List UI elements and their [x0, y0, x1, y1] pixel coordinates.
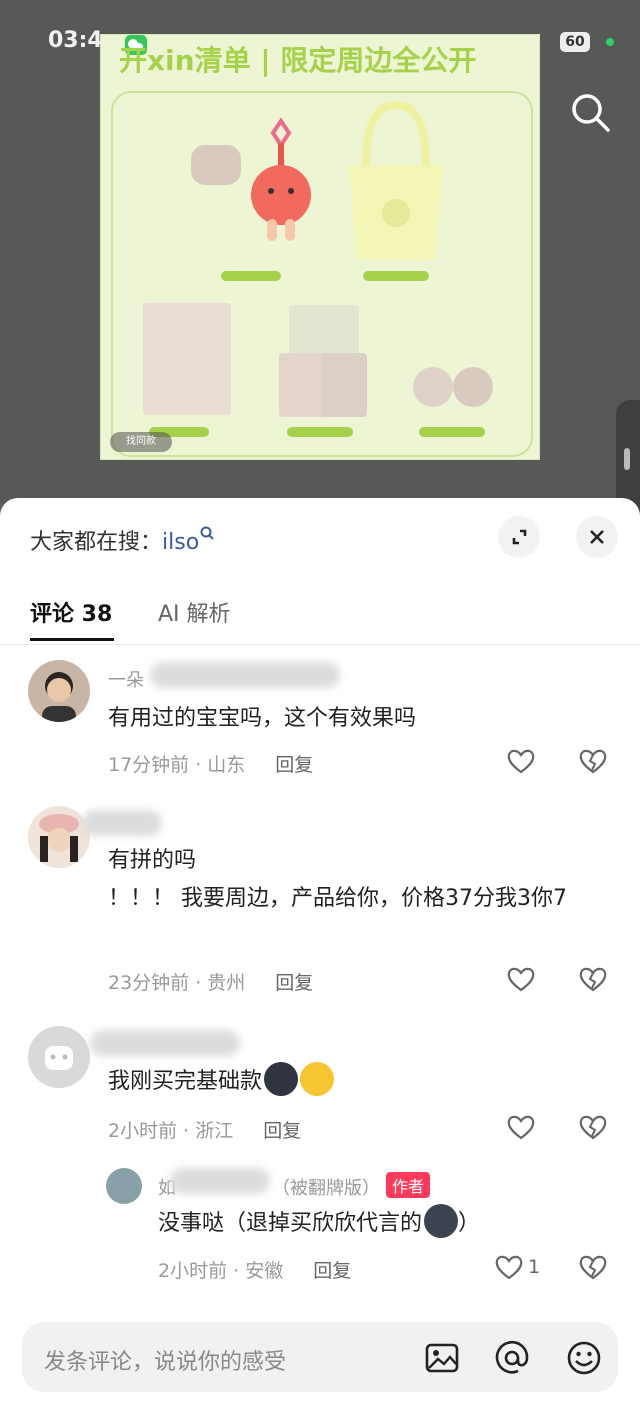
broken-heart-icon[interactable]: [578, 746, 608, 776]
recording-dot: [606, 38, 614, 46]
comment-time-location: 2小时前 · 浙江: [108, 1120, 234, 1142]
author-badge: 作者: [386, 1172, 431, 1198]
side-handle-knob: [624, 448, 630, 470]
find-same-button[interactable]: 找同款: [110, 432, 172, 452]
name-blur: [90, 1030, 240, 1056]
comment-time-location: 17分钟前 · 山东: [108, 754, 246, 776]
comment-text-row: 我刚买完基础款: [108, 1062, 618, 1101]
poster-photo: [143, 303, 231, 415]
item-label: [363, 271, 429, 281]
tab-comments[interactable]: 评论 38: [30, 596, 112, 628]
reply-button[interactable]: 回复: [313, 1260, 351, 1282]
comment-sheet: 大家都在搜：ilso 评论 38 AI 解析 一朵 有用过的宝宝吗，这个有效果吗…: [0, 498, 640, 1407]
comment-text-row: 没事哒（退掉买欣欣代言的 ）: [158, 1204, 618, 1243]
at-icon[interactable]: [494, 1340, 530, 1376]
video-area[interactable]: 03:4 60 开xin清单 | 限定周边全公开 找同款: [0, 0, 640, 516]
avatar[interactable]: [28, 806, 90, 868]
emoji-sticker: [300, 1062, 335, 1096]
broken-heart-icon[interactable]: [578, 1112, 608, 1142]
commenter-name[interactable]: 一朵: [108, 666, 144, 692]
plush-keychain: [251, 117, 311, 241]
reply-button[interactable]: 回复: [275, 972, 313, 994]
comment-meta: 2小时前 · 安徽 回复: [158, 1256, 351, 1283]
small-search-icon: [200, 526, 214, 540]
emoji-sticker: [424, 1204, 459, 1238]
comment-time-location: 2小时前 · 安徽: [158, 1260, 284, 1282]
close-icon: [590, 530, 604, 544]
name-blur: [170, 1168, 270, 1194]
comment-meta: 2小时前 · 浙江 回复: [108, 1116, 301, 1143]
avatar[interactable]: [106, 1168, 142, 1204]
heart-icon[interactable]: [506, 1112, 536, 1142]
comment-text-end: ）: [458, 1211, 481, 1236]
comment-input-bar[interactable]: 发条评论，说说你的感受: [22, 1322, 618, 1392]
product-poster-image[interactable]: 开xin清单 | 限定周边全公开: [100, 34, 540, 460]
tote-bag: [349, 100, 443, 260]
emoji-sticker: [264, 1062, 299, 1096]
heart-icon[interactable]: [494, 1252, 524, 1282]
comment-text: 我刚买完基础款: [108, 1069, 263, 1094]
search-icon[interactable]: [568, 90, 612, 134]
broken-heart-icon[interactable]: [578, 1252, 608, 1282]
comment-meta: 17分钟前 · 山东 回复: [108, 750, 313, 777]
avatar[interactable]: [28, 660, 90, 722]
photo-card: [279, 353, 325, 417]
photo-card: [321, 353, 367, 417]
heart-icon[interactable]: [506, 746, 536, 776]
badge-pin: [413, 367, 453, 407]
tab-bar: 评论 38 AI 解析: [0, 588, 640, 645]
comment-input-placeholder[interactable]: 发条评论，说说你的感受: [44, 1344, 286, 1376]
avatar[interactable]: [28, 1026, 90, 1088]
comment-text: 有用过的宝宝吗，这个有效果吗: [108, 706, 417, 731]
comment-meta: 23分钟前 · 贵州 回复: [108, 968, 313, 995]
name-blur: [150, 662, 340, 688]
close-button[interactable]: [576, 516, 618, 558]
expand-button[interactable]: [498, 516, 540, 558]
active-tab-indicator: [30, 638, 114, 641]
name-blur: [82, 810, 162, 836]
comment-item: 我刚买完基础款 2小时前 · 浙江 回复: [0, 1024, 640, 1154]
status-bar: 03:4 60: [0, 26, 640, 58]
reply-button[interactable]: 回复: [263, 1120, 301, 1142]
heart-icon[interactable]: [506, 964, 536, 994]
status-time: 03:4: [48, 28, 103, 53]
item-label: [287, 427, 353, 437]
commenter-name-suffix: （被翻牌版）: [272, 1178, 380, 1199]
item-label: [419, 427, 485, 437]
badge-pin: [453, 367, 493, 407]
photo-card: [289, 305, 359, 357]
battery-indicator: 60: [560, 32, 590, 52]
comment-time-location: 23分钟前 · 贵州: [108, 972, 246, 994]
comment-text: 有拼的吗 ！！！ 我要周边，产品给你，价格37分我3你7: [108, 848, 567, 911]
tab-ai-analysis[interactable]: AI 解析: [158, 596, 231, 628]
item-label: [221, 271, 281, 281]
hot-search-prefix: 大家都在搜：: [30, 530, 163, 555]
hot-search-keyword[interactable]: ilso: [162, 530, 199, 555]
reply-item: 如（被翻牌版） 作者 没事哒（退掉买欣欣代言的） 2小时前 · 安徽 回复 1: [0, 1164, 640, 1294]
emoji-icon[interactable]: [566, 1340, 602, 1376]
comment-item: 一朵 有用过的宝宝吗，这个有效果吗 17分钟前 · 山东 回复: [0, 658, 640, 788]
broken-heart-icon[interactable]: [578, 964, 608, 994]
image-icon[interactable]: [424, 1340, 460, 1376]
comment-text: 没事哒（退掉买欣欣代言的: [158, 1211, 423, 1236]
comment-item: 有拼的吗 ！！！ 我要周边，产品给你，价格37分我3你7 23分钟前 · 贵州 回…: [0, 804, 640, 1004]
like-count: 1: [528, 1256, 541, 1278]
reply-button[interactable]: 回复: [275, 754, 313, 776]
expand-icon: [512, 529, 527, 545]
hot-search[interactable]: 大家都在搜：ilso: [30, 524, 215, 556]
photo-card-small: [191, 145, 241, 185]
